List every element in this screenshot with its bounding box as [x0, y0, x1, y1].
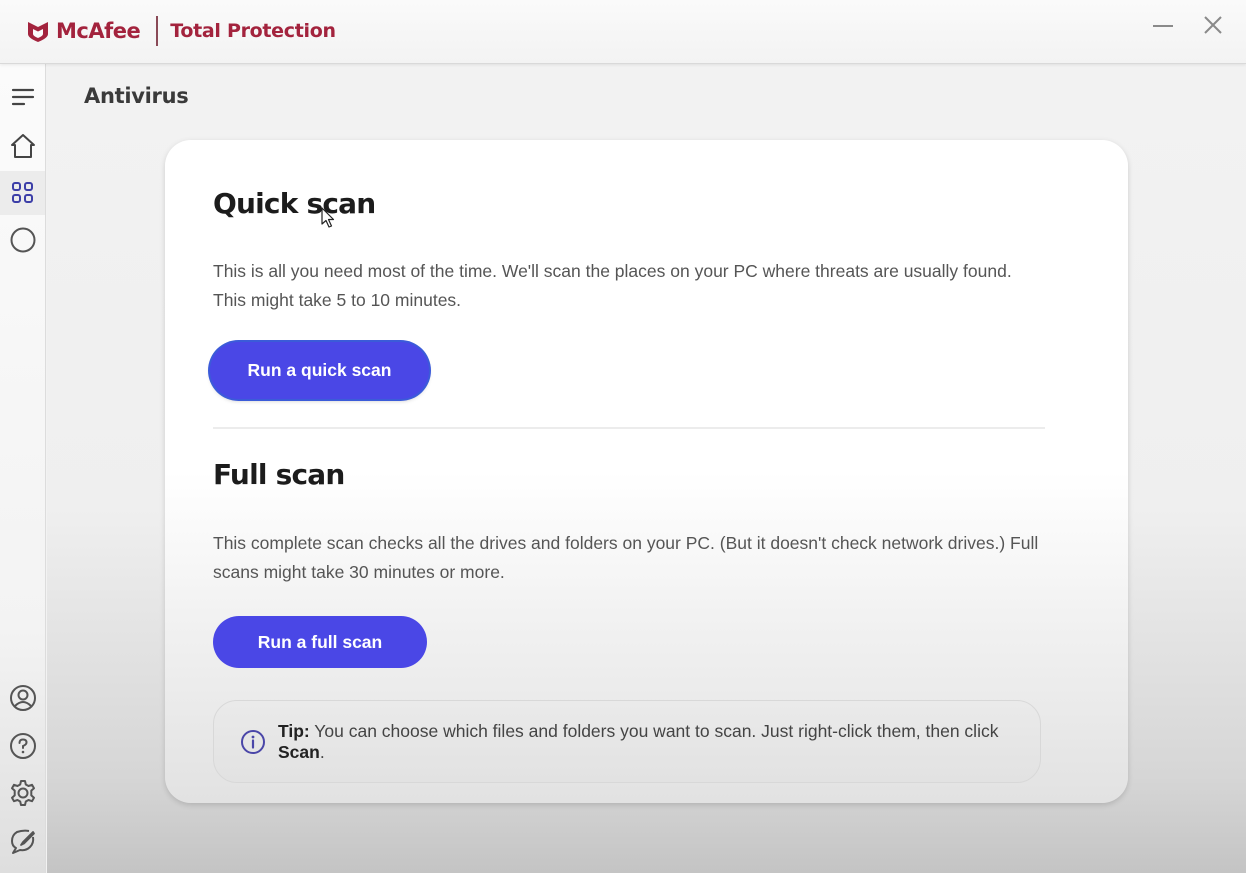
user-icon — [9, 685, 36, 711]
close-button[interactable] — [1195, 10, 1231, 40]
full-scan-description: This complete scan checks all the drives… — [213, 533, 1039, 582]
run-full-scan-button[interactable]: Run a full scan — [213, 616, 427, 668]
sidebar-item-home[interactable] — [0, 124, 45, 168]
main-content: Antivirus Quick scan This is all you nee… — [47, 65, 1246, 873]
feedback-icon — [10, 829, 35, 854]
gear-icon — [10, 780, 35, 806]
mcafee-logo: McAfee — [26, 19, 141, 43]
brand-name: McAfee — [56, 19, 141, 43]
tip-label: Tip: — [278, 720, 310, 741]
sidebar-item-feedback[interactable] — [0, 819, 45, 863]
section-divider — [213, 427, 1045, 429]
minimize-icon — [1153, 25, 1173, 27]
info-icon — [241, 729, 265, 754]
help-icon — [9, 733, 36, 759]
mcafee-shield-icon — [28, 22, 48, 42]
title-bar: McAfee Total Protection — [0, 0, 1246, 64]
tip-end: . — [319, 741, 325, 762]
full-scan-title: Full scan — [213, 458, 345, 491]
sidebar — [0, 64, 46, 873]
antivirus-card: Quick scan This is all you need most of … — [165, 140, 1128, 803]
minimize-button[interactable] — [1145, 10, 1181, 40]
home-icon — [10, 134, 35, 158]
sidebar-item-status[interactable] — [0, 218, 45, 262]
grid-icon — [11, 182, 33, 203]
brand: McAfee Total Protection — [26, 16, 336, 46]
sidebar-item-account[interactable] — [0, 676, 45, 720]
product-name: Total Protection — [170, 20, 336, 42]
tip-text: Tip: You can choose which files and fold… — [278, 721, 1018, 763]
circle-icon — [10, 227, 35, 253]
run-quick-scan-button[interactable]: Run a quick scan — [210, 342, 429, 399]
sidebar-item-apps[interactable] — [0, 171, 45, 215]
quick-scan-title: Quick scan — [213, 187, 376, 220]
sidebar-item-help[interactable] — [0, 724, 45, 768]
quick-scan-description: This is all you need most of the time. W… — [213, 261, 1012, 310]
page-title: Antivirus — [84, 84, 189, 108]
brand-separator — [156, 16, 159, 46]
tip-box: Tip: You can choose which files and fold… — [213, 700, 1041, 783]
tip-emphasis: Scan — [278, 741, 320, 762]
sidebar-item-menu[interactable] — [0, 75, 45, 119]
sidebar-item-settings[interactable] — [0, 771, 45, 815]
hamburger-menu-icon — [11, 88, 34, 106]
close-icon — [1204, 16, 1222, 34]
mouse-cursor-icon — [321, 207, 335, 228]
tip-body: You can choose which files and folders y… — [309, 720, 999, 741]
